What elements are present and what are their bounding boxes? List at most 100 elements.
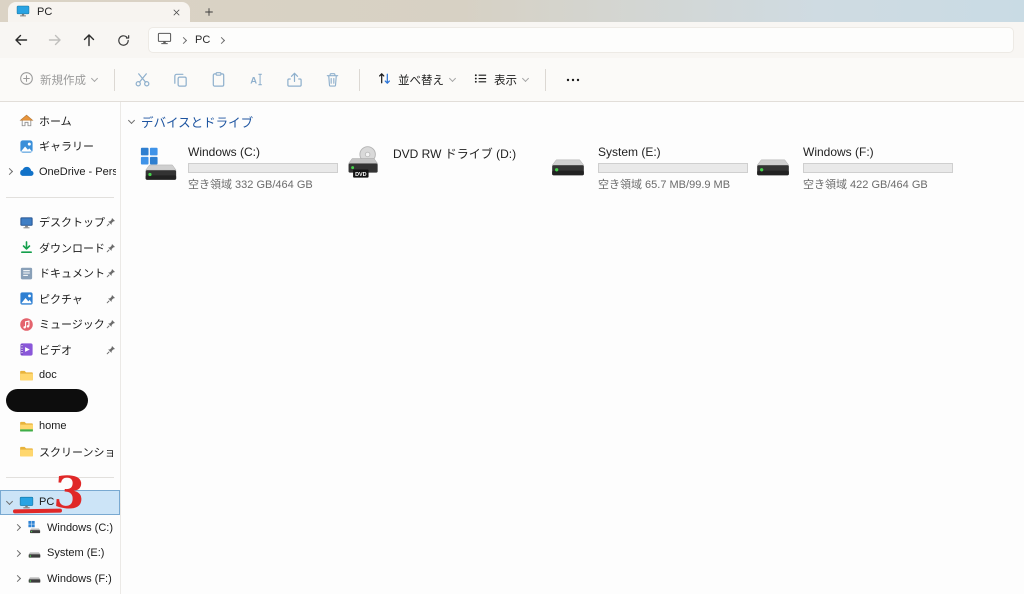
sidebar-item-gallery[interactable]: ギャラリー	[0, 134, 120, 160]
sort-arrows-icon	[377, 71, 392, 89]
forward-button[interactable]	[38, 26, 72, 54]
delete-button[interactable]	[313, 64, 351, 96]
breadcrumb-chevron-icon	[179, 36, 188, 44]
sidebar-item-desktop[interactable]: デスクトップ	[0, 210, 120, 236]
windows-drive-icon	[26, 520, 42, 536]
pin-icon	[106, 345, 116, 355]
documents-icon	[18, 265, 34, 281]
sidebar-item-documents[interactable]: ドキュメント	[0, 261, 120, 287]
chevron-down-icon	[521, 74, 530, 83]
sidebar-item-videos[interactable]: ビデオ	[0, 337, 120, 363]
sidebar-item-label: ホーム	[39, 115, 72, 128]
pin-icon	[106, 217, 116, 227]
navigation-pane: ホーム ギャラリー OneDrive - Persona	[0, 102, 121, 594]
explorer-tab[interactable]: PC	[8, 2, 190, 22]
drive-tile-windows-c[interactable]: Windows (C:) 空き領域 332 GB/464 GB	[137, 141, 342, 194]
group-title: デバイスとドライブ	[141, 116, 254, 130]
sidebar-item-downloads[interactable]: ダウンロード	[0, 235, 120, 261]
tab-bar: PC	[0, 0, 1024, 22]
new-tab-button[interactable]	[200, 3, 218, 21]
collapse-chevron-icon[interactable]	[5, 497, 13, 505]
group-collapse-chevron-icon[interactable]	[127, 116, 136, 125]
drive-icon	[26, 571, 42, 587]
sidebar-item-drive-c[interactable]: Windows (C:)	[0, 515, 120, 541]
sidebar-item-redacted	[0, 388, 120, 414]
pin-icon	[106, 319, 116, 329]
desktop-icon	[18, 214, 34, 230]
shared-folder-icon	[18, 418, 34, 434]
command-bar: 新規作成 A 並べ替え 表示	[0, 58, 1024, 102]
content-pane: デバイスとドライブ Windows (C:) 空き領域 332 GB/464 G…	[121, 102, 1024, 594]
sidebar-item-pictures[interactable]: ピクチャ	[0, 286, 120, 312]
videos-icon	[18, 342, 34, 358]
redaction-blob	[6, 389, 88, 413]
sidebar-item-onedrive[interactable]: OneDrive - Persona	[0, 159, 120, 185]
navigation-bar: PC	[0, 22, 1024, 58]
expand-chevron-icon[interactable]	[13, 549, 21, 557]
drive-tile-system-e[interactable]: System (E:) 空き領域 65.7 MB/99.9 MB	[547, 141, 752, 194]
sidebar-item-label: ギャラリー	[39, 141, 94, 154]
expand-chevron-icon[interactable]	[13, 524, 21, 532]
drive-name: Windows (C:)	[188, 145, 261, 159]
chevron-down-icon	[90, 74, 99, 83]
downloads-icon	[18, 240, 34, 256]
new-button[interactable]: 新規作成	[10, 64, 106, 96]
pc-monitor-icon	[18, 494, 34, 510]
tab-close-icon[interactable]	[168, 4, 184, 20]
sidebar-item-home-folder[interactable]: home	[0, 414, 120, 440]
toolbar-divider	[114, 68, 115, 91]
pc-monitor-icon	[16, 4, 30, 21]
free-space-label: 空き領域 65.7 MB/99.9 MB	[598, 179, 731, 191]
breadcrumb-chevron-icon	[218, 36, 226, 44]
copy-button[interactable]	[161, 64, 199, 96]
sidebar-item-music[interactable]: ミュージック	[0, 312, 120, 338]
view-button[interactable]: 表示	[464, 64, 537, 96]
sort-button[interactable]: 並べ替え	[368, 64, 464, 96]
up-button[interactable]	[72, 26, 106, 54]
new-button-label: 新規作成	[40, 74, 86, 87]
address-bar[interactable]: PC	[148, 27, 1014, 53]
expand-chevron-icon[interactable]	[5, 168, 13, 176]
sidebar-item-drive-f[interactable]: Windows (F:)	[0, 566, 120, 592]
drive-name: Windows (F:)	[803, 145, 874, 159]
sidebar-item-label: ピクチャ	[39, 293, 83, 306]
gallery-icon	[18, 138, 34, 154]
sidebar-separator	[6, 196, 114, 198]
back-button[interactable]	[4, 26, 38, 54]
capacity-bar	[188, 163, 338, 173]
chevron-down-icon	[448, 74, 457, 83]
share-button[interactable]	[275, 64, 313, 96]
refresh-button[interactable]	[106, 26, 140, 54]
drive-tile-dvd-d[interactable]: DVD DVD RW ドライブ (D:)	[342, 141, 547, 194]
drive-tile-windows-f[interactable]: Windows (F:) 空き領域 422 GB/464 GB	[752, 141, 957, 194]
view-button-label: 表示	[494, 74, 517, 87]
cut-button[interactable]	[123, 64, 161, 96]
more-button[interactable]	[554, 64, 592, 96]
sidebar-item-doc-folder[interactable]: doc	[0, 363, 120, 389]
file-explorer-window: PC PC 新規作成 A 並べ替え 表示 ホーム ギャラリー OneDrive …	[0, 0, 1024, 594]
sidebar-item-screenshots-folder[interactable]: スクリーンショット	[0, 439, 120, 465]
home-icon	[18, 113, 34, 129]
pin-icon	[106, 243, 116, 253]
sidebar-item-drive-e[interactable]: System (E:)	[0, 541, 120, 567]
sidebar-item-label: ミュージック	[39, 319, 105, 332]
view-list-icon	[473, 71, 488, 89]
drive-name: System (E:)	[598, 145, 661, 159]
sidebar-item-label: ダウンロード	[39, 242, 105, 255]
sidebar-item-label: Windows (C:)	[47, 521, 114, 534]
sidebar-item-label: ドキュメント	[39, 268, 105, 281]
dvd-drive-icon: DVD	[344, 143, 386, 183]
drive-tiles: Windows (C:) 空き領域 332 GB/464 GB DVD DVD …	[137, 141, 1024, 194]
expand-chevron-icon[interactable]	[13, 575, 21, 583]
sidebar-item-label: home	[39, 420, 67, 433]
svg-text:A: A	[250, 75, 257, 86]
capacity-bar	[598, 163, 748, 173]
rename-button[interactable]: A	[237, 64, 275, 96]
devices-and-drives-group[interactable]: デバイスとドライブ	[127, 112, 254, 131]
onedrive-cloud-icon	[18, 164, 34, 180]
breadcrumb-pc[interactable]: PC	[195, 34, 210, 46]
paste-button[interactable]	[199, 64, 237, 96]
sidebar-item-home[interactable]: ホーム	[0, 108, 120, 134]
drive-icon	[549, 143, 591, 183]
music-icon	[18, 316, 34, 332]
